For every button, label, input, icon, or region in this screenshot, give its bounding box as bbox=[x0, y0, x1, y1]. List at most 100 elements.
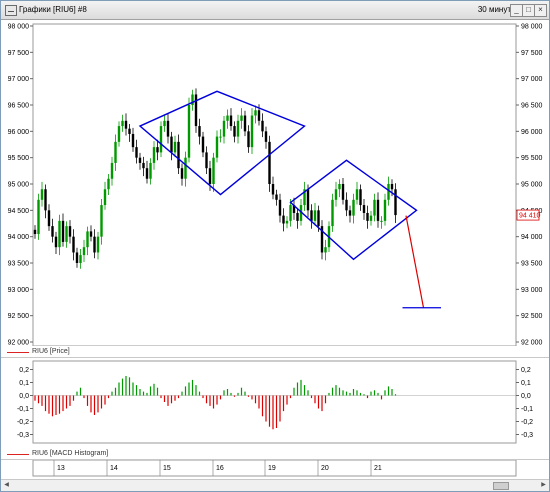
candle-body bbox=[236, 120, 240, 137]
macd-tick-label-right: -0,1 bbox=[521, 406, 533, 413]
price-tick-label-right: 98 000 bbox=[521, 24, 543, 31]
candle-body bbox=[79, 255, 82, 263]
price-legend: RIU6 [Price] bbox=[32, 348, 70, 355]
candle-body bbox=[149, 162, 152, 179]
macd-tick-label-left: -0,2 bbox=[17, 419, 29, 426]
time-label: 14 bbox=[110, 465, 118, 472]
candle-body bbox=[194, 94, 198, 127]
macd-tick-label-right: 0,0 bbox=[521, 393, 531, 400]
price-tick-label-left: 93 500 bbox=[8, 261, 30, 268]
macd-tick-label-left: 0,0 bbox=[19, 393, 29, 400]
last-price-label: 94 410 bbox=[519, 213, 541, 220]
candle-body bbox=[348, 210, 352, 216]
candle-body bbox=[352, 199, 355, 216]
price-tick-label-left: 95 500 bbox=[8, 155, 30, 162]
candle-body bbox=[317, 210, 320, 227]
time-label: 13 bbox=[57, 465, 65, 472]
candle-body bbox=[110, 162, 114, 179]
candle-body bbox=[96, 236, 100, 253]
candle-body bbox=[114, 141, 117, 163]
candle-body bbox=[271, 184, 275, 195]
candle-body bbox=[380, 220, 383, 222]
title-bar[interactable]: Графики [RIU6] #8 30 минут _ □ × bbox=[1, 1, 549, 20]
candle-body bbox=[205, 152, 208, 169]
candle-body bbox=[229, 115, 233, 127]
horizontal-scrollbar[interactable]: ◀ ▶ bbox=[1, 479, 549, 491]
candle-body bbox=[156, 147, 159, 153]
candle-body bbox=[373, 199, 376, 216]
candle-body bbox=[75, 252, 79, 263]
candle-body bbox=[324, 247, 327, 253]
price-tick-label-right: 95 000 bbox=[521, 182, 543, 189]
candle-body bbox=[208, 168, 212, 184]
candle-body bbox=[180, 168, 184, 179]
time-axis: 13 14 15 16 19 20 21 bbox=[1, 460, 549, 478]
candle-body bbox=[103, 189, 107, 206]
candle-body bbox=[215, 136, 219, 158]
pane-separator[interactable] bbox=[1, 357, 549, 358]
price-tick-label-right: 93 500 bbox=[521, 261, 543, 268]
candle-body bbox=[383, 199, 387, 221]
candle-body bbox=[177, 141, 180, 169]
candle-body bbox=[359, 189, 362, 206]
price-tick-label-left: 96 000 bbox=[8, 129, 30, 136]
macd-tick-label-right: 0,1 bbox=[521, 380, 531, 387]
scroll-thumb[interactable] bbox=[493, 482, 509, 490]
candle-body bbox=[166, 120, 170, 137]
scroll-right-icon[interactable]: ▶ bbox=[539, 481, 548, 489]
candle-body bbox=[184, 157, 187, 179]
candle-body bbox=[142, 162, 145, 169]
candle-body bbox=[334, 189, 338, 200]
candle-body bbox=[268, 141, 271, 184]
price-tick-label-left: 92 500 bbox=[8, 313, 30, 320]
candle-body bbox=[93, 236, 96, 253]
macd-tick-label-right: 0,2 bbox=[521, 367, 531, 374]
candle-body bbox=[226, 115, 229, 121]
candle-body bbox=[201, 136, 205, 153]
price-tick-label-right: 97 500 bbox=[521, 50, 543, 57]
scroll-left-icon[interactable]: ◀ bbox=[2, 481, 11, 489]
price-tick-label-right: 96 000 bbox=[521, 129, 543, 136]
candle-body bbox=[33, 229, 37, 235]
candle-body bbox=[264, 131, 268, 142]
candle-body bbox=[369, 215, 373, 221]
candle-body bbox=[124, 120, 128, 129]
candle-body bbox=[68, 226, 72, 237]
close-button[interactable]: × bbox=[534, 4, 547, 17]
candle-body bbox=[138, 157, 142, 163]
price-tick-label-left: 92 000 bbox=[8, 340, 30, 347]
candle-body bbox=[121, 120, 124, 127]
candle-body bbox=[394, 189, 397, 216]
candle-body bbox=[44, 189, 47, 211]
candle-body bbox=[390, 184, 394, 190]
candle-body bbox=[243, 115, 247, 132]
candle-body bbox=[82, 247, 86, 256]
candle-body bbox=[278, 199, 282, 216]
candle-body bbox=[275, 194, 278, 200]
candle-body bbox=[89, 231, 93, 237]
chart-window: Графики [RIU6] #8 30 минут _ □ × 98 000 9… bbox=[0, 0, 550, 492]
price-tick-label-left: 94 500 bbox=[8, 208, 30, 215]
price-tick-label-left: 97 000 bbox=[8, 76, 30, 83]
candle-body bbox=[145, 168, 149, 179]
price-chart[interactable]: 98 000 98 000 97 500 97 500 97 000 97 000 96 5… bbox=[1, 20, 549, 346]
candle-body bbox=[135, 147, 138, 158]
candle-body bbox=[107, 178, 110, 190]
price-legend-line bbox=[7, 352, 29, 353]
candle-body bbox=[65, 226, 68, 242]
candle-body bbox=[355, 189, 359, 200]
candle-body bbox=[187, 105, 191, 158]
candle-body bbox=[40, 189, 44, 200]
window-title: Графики [RIU6] #8 bbox=[19, 5, 87, 14]
candle-body bbox=[289, 205, 292, 221]
candle-body bbox=[58, 220, 61, 248]
price-tick-label-right: 97 000 bbox=[521, 76, 543, 83]
candle-body bbox=[117, 126, 121, 142]
candle-body bbox=[86, 231, 89, 248]
price-tick-label-left: 95 000 bbox=[8, 182, 30, 189]
candle-body bbox=[306, 189, 310, 211]
macd-tick-label-right: -0,3 bbox=[521, 432, 533, 439]
macd-tick-label-left: 0,1 bbox=[19, 380, 29, 387]
macd-chart[interactable]: 0,2 0,2 0,1 0,1 0,0 0,0 -0,1 -0,1 -0,2 -0,2 -0,3 -0… bbox=[1, 359, 549, 445]
time-label: 15 bbox=[163, 465, 171, 472]
